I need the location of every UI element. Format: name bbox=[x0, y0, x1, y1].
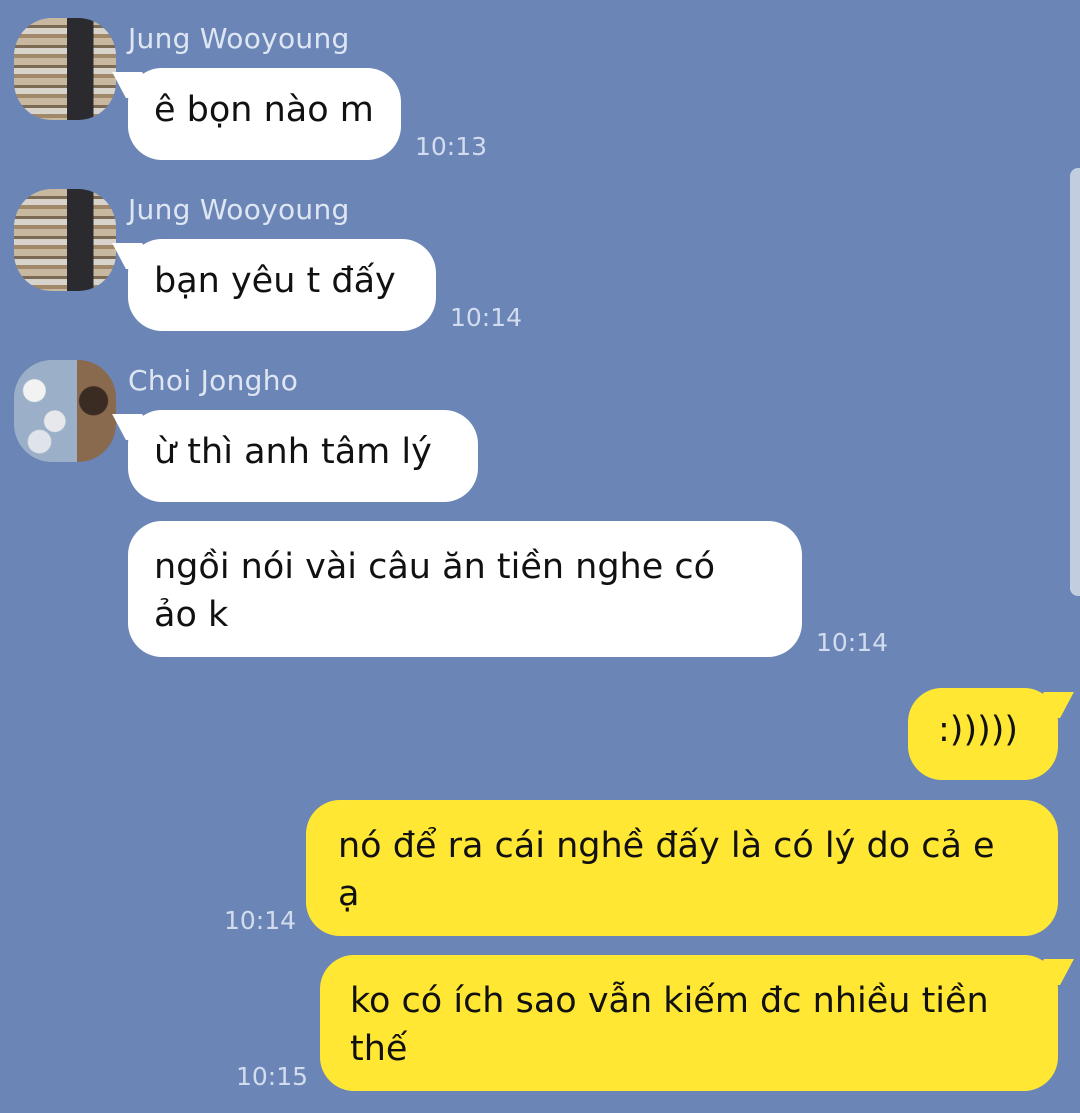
message-bubble[interactable]: ko có ích sao vẫn kiếm đc nhiều tiền thế bbox=[320, 955, 1058, 1091]
scrollbar[interactable] bbox=[1070, 168, 1080, 596]
message-bubble[interactable]: ừ thì anh tâm lý bbox=[128, 410, 478, 502]
message-time: 10:14 bbox=[450, 303, 523, 332]
message-time: 10:15 bbox=[236, 1062, 309, 1091]
message-time: 10:14 bbox=[224, 906, 297, 935]
message-bubble[interactable]: bạn yêu t đấy bbox=[128, 239, 436, 331]
message-bubble[interactable]: :))))) bbox=[908, 688, 1058, 780]
message-bubble[interactable]: nó để ra cái nghề đấy là có lý do cả e ạ bbox=[306, 800, 1058, 936]
avatar[interactable] bbox=[14, 189, 116, 291]
avatar[interactable] bbox=[14, 360, 116, 462]
sender-name: Jung Wooyoung bbox=[128, 22, 350, 55]
message-bubble[interactable]: ngồi nói vài câu ăn tiền nghe có ảo k bbox=[128, 521, 802, 657]
sender-name: Jung Wooyoung bbox=[128, 193, 350, 226]
message-bubble[interactable]: ê bọn nào m bbox=[128, 68, 401, 160]
message-time: 10:13 bbox=[415, 132, 488, 161]
avatar[interactable] bbox=[14, 18, 116, 120]
sender-name: Choi Jongho bbox=[128, 364, 299, 397]
message-time: 10:14 bbox=[816, 628, 889, 657]
